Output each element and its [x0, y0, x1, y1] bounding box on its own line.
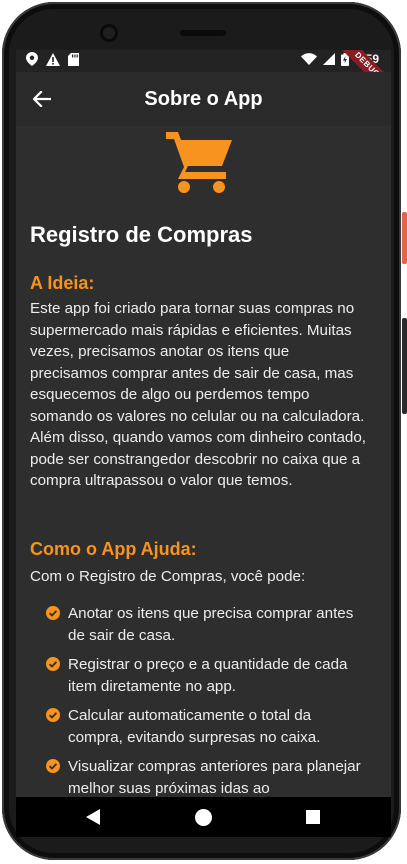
- list-item: Anotar os itens que precisa comprar ante…: [46, 603, 366, 646]
- status-left-icons: [26, 52, 79, 66]
- front-camera: [100, 24, 118, 42]
- list-item-text: Visualizar compras anteriores para plane…: [68, 758, 361, 797]
- shopping-cart-icon: [166, 132, 232, 193]
- volume-button: [402, 318, 407, 414]
- idea-paragraph: Este app foi criado para tornar suas com…: [30, 300, 367, 489]
- system-nav-bar: [16, 797, 391, 837]
- app-bar: Sobre o App: [16, 72, 391, 126]
- check-circle-icon: [46, 759, 60, 773]
- check-circle-icon: [46, 708, 60, 722]
- idea-heading: A Ideia:: [30, 273, 95, 293]
- back-button[interactable]: [28, 85, 56, 113]
- triangle-back-icon: [86, 809, 100, 825]
- app-name-heading: Registro de Compras: [30, 222, 253, 247]
- nav-home-button[interactable]: [193, 807, 213, 827]
- earpiece-speaker: [180, 30, 226, 36]
- list-item-text: Calcular automaticamente o total da comp…: [68, 707, 321, 746]
- list-item: Registrar o preço e a quantidade de cada…: [46, 654, 366, 697]
- list-item: Visualizar compras anteriores para plane…: [46, 756, 366, 797]
- help-heading: Como o App Ajuda:: [30, 539, 197, 559]
- square-recents-icon: [306, 810, 320, 824]
- sd-card-icon: [68, 52, 79, 66]
- about-content[interactable]: Registro de Compras A Ideia: Este app fo…: [16, 126, 391, 797]
- check-circle-icon: [46, 657, 60, 671]
- wifi-icon: [300, 53, 317, 65]
- check-circle-icon: [46, 606, 60, 620]
- list-item: Calcular automaticamente o total da comp…: [46, 705, 366, 748]
- arrow-back-icon: [33, 91, 51, 107]
- signal-icon: [322, 53, 335, 65]
- phone-frame: 9:59 DEBUG Sobre o App Registro de Compr…: [0, 0, 407, 864]
- warning-icon: [46, 52, 60, 66]
- location-icon: [26, 52, 38, 66]
- nav-back-button[interactable]: [83, 807, 103, 827]
- power-button: [402, 212, 407, 264]
- list-item-text: Anotar os itens que precisa comprar ante…: [68, 605, 354, 644]
- list-item-text: Registrar o preço e a quantidade de cada…: [68, 656, 348, 695]
- circle-home-icon: [194, 808, 212, 826]
- status-bar: 9:59 DEBUG: [16, 50, 391, 103]
- screen: 9:59 DEBUG Sobre o App Registro de Compr…: [16, 50, 391, 837]
- help-intro: Com o Registro de Compras, você pode:: [30, 568, 306, 585]
- nav-recents-button[interactable]: [303, 807, 323, 827]
- page-title: Sobre o App: [144, 88, 263, 110]
